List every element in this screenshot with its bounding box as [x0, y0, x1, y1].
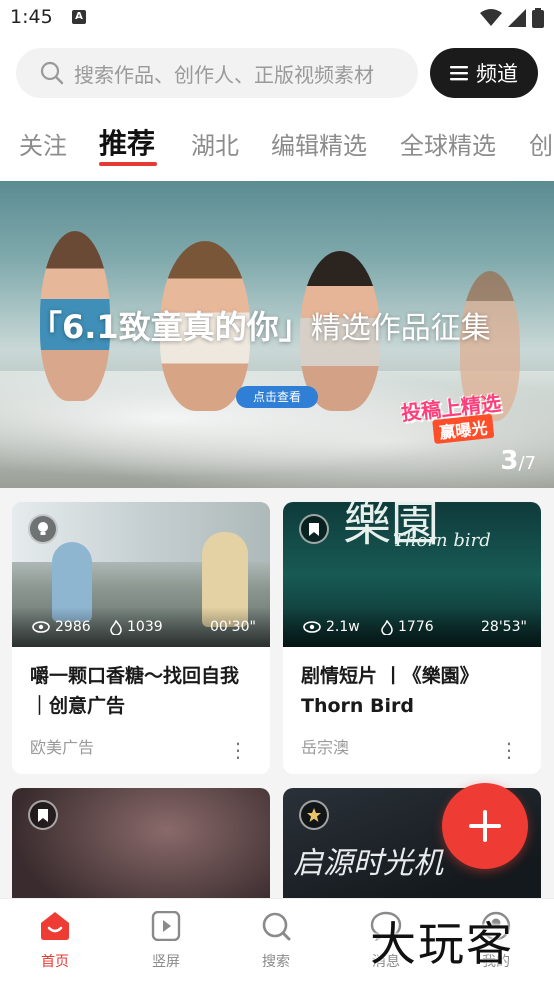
video-stats: 2986 1039 00'30" [12, 607, 270, 647]
status-time: 1:45 [10, 6, 53, 28]
signal-icon [508, 9, 526, 27]
views-count: 2.1w [326, 619, 360, 635]
search-placeholder: 搜索作品、创作人、正版视频素材 [74, 62, 374, 87]
eye-icon [303, 621, 321, 633]
video-title[interactable]: 嚼一颗口香糖～找回自我｜创意广告 [12, 647, 270, 721]
video-title[interactable]: 剧情短片 丨《樂園》Thorn Bird [283, 647, 541, 721]
nav-home-label: 首页 [41, 954, 69, 970]
menu-icon [450, 66, 468, 81]
video-card[interactable]: 2986 1039 00'30" 嚼一颗口香糖～找回自我｜创意广告 欧美广告 ⋮ [12, 502, 270, 774]
likes-count: 1039 [127, 619, 163, 635]
tab-hubei[interactable]: 湖北 [191, 126, 239, 161]
plus-icon [469, 810, 501, 842]
duration: 28'53" [481, 619, 527, 635]
nav-search-label: 搜索 [262, 954, 290, 970]
more-options-icon[interactable]: ⋮ [228, 740, 248, 760]
more-options-icon[interactable]: ⋮ [499, 740, 519, 760]
likes-stat: 1039 [110, 619, 163, 635]
active-tab-indicator [99, 162, 157, 166]
views-stat: 2.1w [303, 619, 360, 635]
channel-button-label: 频道 [476, 62, 518, 86]
video-card[interactable] [12, 788, 270, 898]
banner-page-counter: 3/7 [500, 446, 536, 476]
nav-vertical[interactable]: 竖屏 [136, 910, 196, 971]
views-count: 2986 [55, 619, 91, 635]
tab-create[interactable]: 创 [529, 126, 553, 161]
watermark-text: 大玩客 [370, 917, 514, 971]
video-thumbnail: 樂園 Thorn bird 2.1w 1776 28'53" [283, 502, 541, 647]
video-author[interactable]: 欧美广告 [30, 734, 94, 758]
banner-view-button[interactable]: 点击查看 [236, 386, 318, 408]
star-medal-icon [299, 800, 329, 830]
vertical-play-icon [151, 910, 181, 942]
banner-title-sub: 精选作品征集 [310, 311, 491, 346]
banner-title-main: 「6.1致童真的你」 [30, 308, 311, 346]
wifi-icon [480, 9, 502, 26]
views-stat: 2986 [32, 619, 91, 635]
search-icon [40, 61, 64, 85]
notification-icon: A [72, 10, 86, 24]
likes-stat: 1776 [381, 619, 434, 635]
nav-vertical-label: 竖屏 [152, 954, 180, 970]
duration: 00'30" [210, 619, 256, 635]
eye-icon [32, 621, 50, 633]
fire-icon [110, 619, 122, 635]
thumbnail-subtitle: Thorn bird [393, 530, 491, 551]
likes-count: 1776 [398, 619, 434, 635]
bookmark-icon [28, 800, 58, 830]
tab-editor-picks[interactable]: 编辑精选 [271, 126, 367, 161]
bookmark-icon [299, 514, 329, 544]
fire-icon [381, 619, 393, 635]
video-card[interactable]: 樂園 Thorn bird 2.1w 1776 28'53" 剧情短片 丨《樂園… [283, 502, 541, 774]
search-input[interactable]: 搜索作品、创作人、正版视频素材 [16, 48, 418, 98]
nav-search[interactable]: 搜索 [246, 911, 306, 971]
tab-follow[interactable]: 关注 [19, 126, 67, 161]
status-bar: 1:45 A [0, 0, 554, 36]
category-tabs: 关注 推荐 湖北 编辑精选 全球精选 创 [0, 118, 554, 174]
battery-icon [532, 8, 544, 28]
tab-recommend[interactable]: 推荐 [99, 122, 155, 162]
home-icon [41, 912, 69, 940]
video-thumbnail: 2986 1039 00'30" [12, 502, 270, 647]
video-stats: 2.1w 1776 28'53" [283, 607, 541, 647]
nav-home[interactable]: 首页 [25, 911, 85, 971]
tab-global-picks[interactable]: 全球精选 [400, 126, 496, 161]
create-post-button[interactable] [442, 783, 528, 869]
channel-button[interactable]: 频道 [430, 48, 538, 98]
banner-title: 「6.1致童真的你」精选作品征集 [30, 302, 491, 348]
status-icons [480, 8, 544, 28]
lightbulb-icon [28, 514, 58, 544]
banner-counter-total: /7 [518, 453, 536, 474]
thumbnail-title: 启源时光机 [293, 846, 443, 881]
video-thumbnail [12, 788, 270, 898]
video-author[interactable]: 岳宗澳 [301, 734, 349, 758]
search-icon [262, 912, 291, 941]
banner-counter-current: 3 [500, 446, 519, 476]
banner-badge-line2: 赢曝光 [432, 413, 495, 445]
